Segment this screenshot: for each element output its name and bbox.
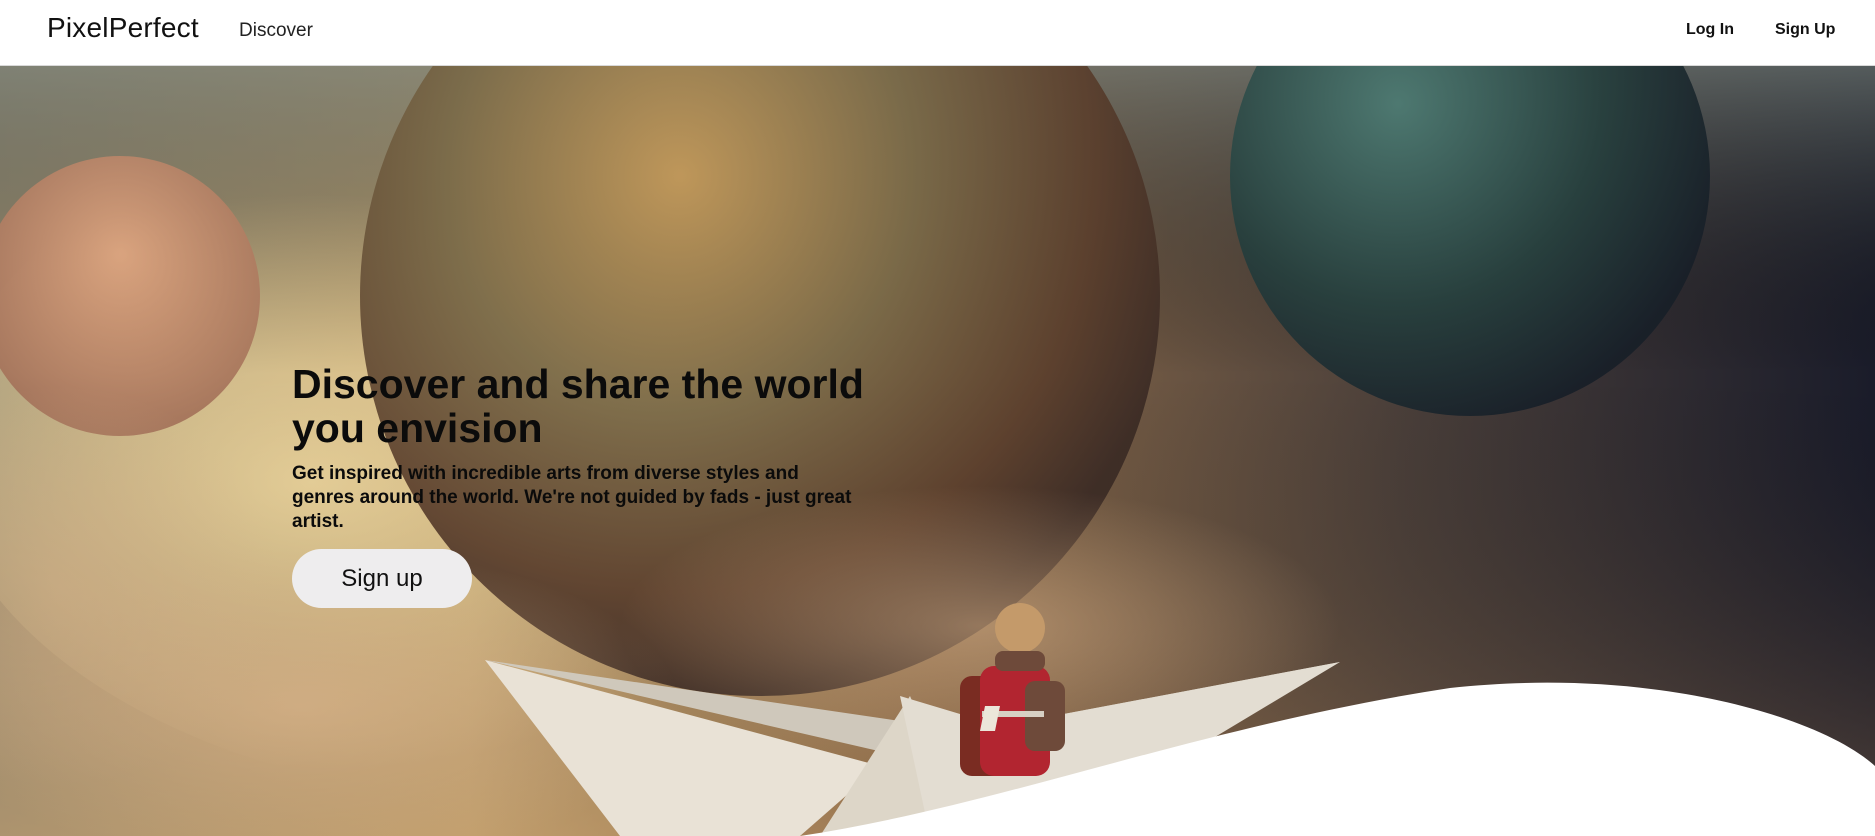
hero-title-line-1: Discover and share the world <box>292 361 864 407</box>
brand-logo[interactable]: PixelPerfect <box>47 12 199 44</box>
hero-signup-button[interactable]: Sign up <box>292 549 472 608</box>
top-navbar: PixelPerfect Discover Log In Sign Up <box>0 0 1875 66</box>
signup-link[interactable]: Sign Up <box>1775 21 1835 39</box>
hero-title: Discover and share the world you envisio… <box>292 362 882 450</box>
hero-background-image <box>0 66 1875 836</box>
login-link[interactable]: Log In <box>1686 21 1734 39</box>
nav-discover-link[interactable]: Discover <box>239 20 313 42</box>
hero-text-block: Discover and share the world you envisio… <box>292 362 882 534</box>
hero-title-line-2: you envision <box>292 405 543 451</box>
hero-section: Discover and share the world you envisio… <box>0 66 1875 836</box>
hero-subtitle: Get inspired with incredible arts from d… <box>292 463 852 532</box>
